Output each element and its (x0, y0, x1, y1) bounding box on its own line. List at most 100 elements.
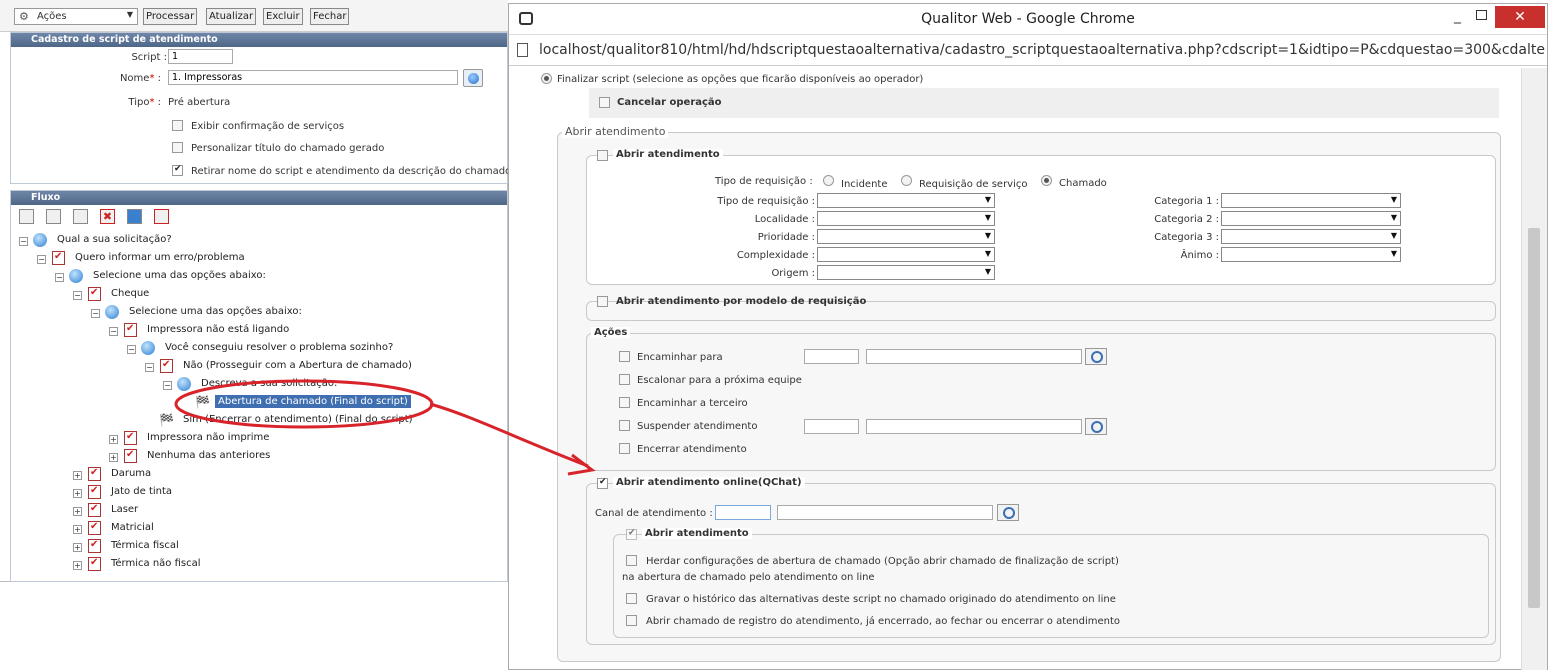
tree-node[interactable]: −Não (Prosseguir com a Abertura de chama… (11, 358, 507, 376)
prioridade-select[interactable] (817, 229, 995, 244)
fechar-button[interactable]: Fechar (310, 8, 350, 25)
canal-name-input[interactable] (777, 505, 993, 520)
atualizar-button[interactable]: Atualizar (206, 8, 257, 25)
expand-icon[interactable]: + (109, 435, 118, 444)
scrollbar[interactable] (1521, 68, 1547, 670)
address-bar[interactable]: localhost/qualitor810/html/hd/hdscriptqu… (509, 34, 1547, 66)
maximize-icon[interactable] (1476, 10, 1487, 20)
tree-node[interactable]: − Selecione uma das opções abaixo: (11, 268, 507, 286)
suspender-name-input[interactable] (866, 419, 1082, 434)
origem-select[interactable] (817, 265, 995, 280)
nome-field[interactable] (168, 70, 458, 85)
exibir-checkbox[interactable] (172, 120, 183, 131)
collapse-icon[interactable]: − (127, 345, 136, 354)
acao-checkbox[interactable] (619, 351, 630, 362)
abrir-checkbox[interactable] (597, 150, 608, 161)
search-icon[interactable] (997, 504, 1019, 521)
tree-node[interactable]: −Cheque (11, 286, 507, 304)
new-icon[interactable] (19, 209, 34, 224)
edit-icon[interactable] (73, 209, 88, 224)
delete-icon[interactable]: ✖ (100, 209, 115, 224)
encaminhar-name-input[interactable] (866, 349, 1082, 364)
tree-node[interactable]: − Selecione uma das opções abaixo: (11, 304, 507, 322)
suspender-code-input[interactable] (804, 419, 859, 434)
expand-icon[interactable]: + (73, 489, 82, 498)
collapse-icon[interactable]: − (145, 363, 154, 372)
sub-abrir-checkbox[interactable] (626, 529, 637, 540)
tree-node-selected[interactable]: 🏁 Abertura de chamado (Final do script) (11, 394, 507, 412)
requisicao-radio[interactable] (901, 175, 912, 186)
paste-icon[interactable] (46, 209, 61, 224)
collapse-icon[interactable]: − (163, 381, 172, 390)
scrollbar-thumb[interactable] (1528, 228, 1540, 608)
finalizar-radio[interactable] (541, 73, 552, 84)
flag-icon: 🏁 (195, 395, 210, 409)
encaminhar-code-input[interactable] (804, 349, 859, 364)
categoria2-select[interactable] (1221, 211, 1401, 226)
tree-node[interactable]: +Impressora não imprime (11, 430, 507, 448)
categoria3-select[interactable] (1221, 229, 1401, 244)
tree-node[interactable]: +Laser (11, 502, 507, 520)
processar-button[interactable]: Processar (143, 8, 198, 25)
acao-checkbox[interactable] (619, 420, 630, 431)
gravar-checkbox[interactable] (626, 593, 637, 604)
expand-icon[interactable]: + (73, 525, 82, 534)
tree-node[interactable]: − Qual a sua solicitação? (11, 232, 507, 250)
animo-select[interactable] (1221, 247, 1401, 262)
tree-node[interactable]: +Matricial (11, 520, 507, 538)
question-icon[interactable] (127, 209, 142, 224)
expand-icon[interactable]: + (73, 471, 82, 480)
chamado-radio[interactable] (1041, 175, 1052, 186)
tree-node[interactable]: +Térmica não fiscal (11, 556, 507, 574)
collapse-icon[interactable]: − (55, 273, 64, 282)
expand-icon[interactable]: + (109, 453, 118, 462)
close-icon[interactable]: ✕ (1495, 6, 1545, 28)
excluir-button[interactable]: Excluir (263, 8, 303, 25)
acao-checkbox[interactable] (619, 443, 630, 454)
collapse-icon[interactable]: − (19, 237, 28, 246)
categoria1-select[interactable] (1221, 193, 1401, 208)
flag-icon: 🏁 (159, 413, 174, 427)
tree-node[interactable]: +Nenhuma das anteriores (11, 448, 507, 466)
retirar-checkbox[interactable] (172, 165, 183, 176)
globe-icon[interactable] (463, 69, 483, 87)
canal-code-input[interactable] (715, 505, 771, 520)
collapse-icon[interactable]: − (91, 309, 100, 318)
online-checkbox[interactable] (597, 478, 608, 489)
search-icon[interactable] (1085, 348, 1107, 365)
expand-icon[interactable]: + (73, 543, 82, 552)
url-text[interactable]: localhost/qualitor810/html/hd/hdscriptqu… (539, 42, 1545, 58)
complexidade-select[interactable] (817, 247, 995, 262)
herdar-checkbox[interactable] (626, 555, 637, 566)
cancelar-checkbox[interactable] (599, 97, 610, 108)
script-field[interactable] (168, 49, 233, 64)
cancel-panel: Cancelar operação (589, 88, 1499, 118)
search-icon[interactable] (1085, 418, 1107, 435)
expand-icon[interactable]: + (73, 507, 82, 516)
tree-node[interactable]: − Você conseguiu resolver o problema sozi… (11, 340, 507, 358)
tree-node[interactable]: +Jato de tinta (11, 484, 507, 502)
incidente-radio[interactable] (823, 175, 834, 186)
localidade-select[interactable] (817, 211, 995, 226)
minimize-icon[interactable]: _ (1454, 8, 1461, 24)
tree-node[interactable]: − Descreva a sua solicitação: (11, 376, 507, 394)
actions-select[interactable]: ⚙ Ações ▼ (14, 8, 138, 25)
tipo-req-select[interactable] (817, 193, 995, 208)
registro-label: Abrir chamado de registro do atendimento… (646, 616, 1120, 627)
modelo-checkbox[interactable] (597, 296, 608, 307)
acao-checkbox[interactable] (619, 374, 630, 385)
tree-node[interactable]: −Impressora não está ligando (11, 322, 507, 340)
acao-checkbox[interactable] (619, 397, 630, 408)
collapse-icon[interactable]: − (109, 327, 118, 336)
registro-checkbox[interactable] (626, 615, 637, 626)
tree-node[interactable]: +Daruma (11, 466, 507, 484)
question-icon (69, 269, 83, 283)
personalizar-checkbox[interactable] (172, 142, 183, 153)
tree-node[interactable]: −Quero informar um erro/problema (11, 250, 507, 268)
collapse-icon[interactable]: − (73, 291, 82, 300)
tree-node[interactable]: 🏁 Sim (Encerrar o atendimento) (Final do … (11, 412, 507, 430)
expand-icon[interactable]: + (73, 561, 82, 570)
collapse-icon[interactable]: − (37, 255, 46, 264)
check-icon[interactable] (154, 209, 169, 224)
tree-node[interactable]: +Térmica fiscal (11, 538, 507, 556)
